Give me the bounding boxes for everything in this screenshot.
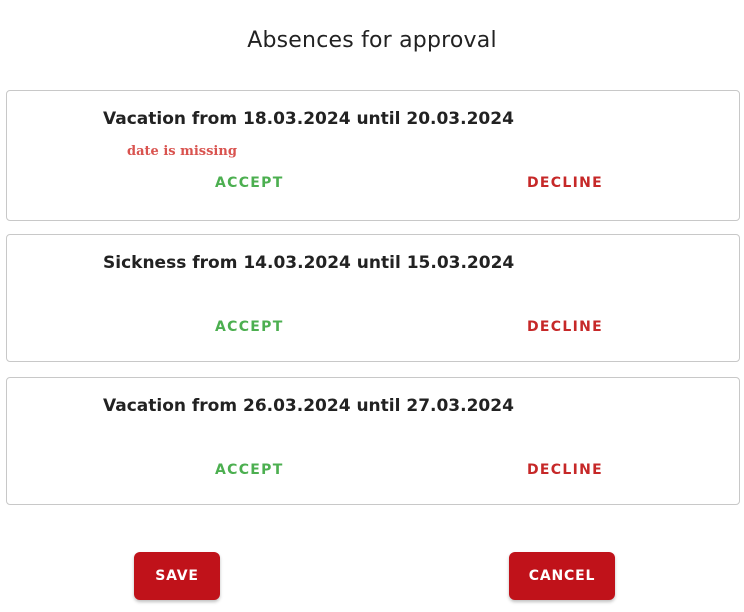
absence-error-message: date is missing: [127, 144, 237, 159]
cancel-button[interactable]: CANCEL: [509, 552, 615, 600]
absence-card: Vacation from 26.03.2024 until 27.03.202…: [6, 377, 740, 505]
decline-button[interactable]: DECLINE: [521, 315, 609, 339]
save-button[interactable]: SAVE: [134, 552, 220, 600]
absence-title: Sickness from 14.03.2024 until 15.03.202…: [103, 253, 515, 273]
dialog-title: Absences for approval: [247, 28, 497, 53]
absence-title: Vacation from 26.03.2024 until 27.03.202…: [103, 396, 514, 416]
absence-card: Vacation from 18.03.2024 until 20.03.202…: [6, 90, 740, 221]
absence-title: Vacation from 18.03.2024 until 20.03.202…: [103, 109, 514, 129]
accept-button[interactable]: ACCEPT: [209, 315, 290, 339]
accept-button[interactable]: ACCEPT: [209, 458, 290, 482]
accept-button[interactable]: ACCEPT: [209, 171, 290, 195]
absence-card: Sickness from 14.03.2024 until 15.03.202…: [6, 234, 740, 362]
decline-button[interactable]: DECLINE: [521, 171, 609, 195]
decline-button[interactable]: DECLINE: [521, 458, 609, 482]
